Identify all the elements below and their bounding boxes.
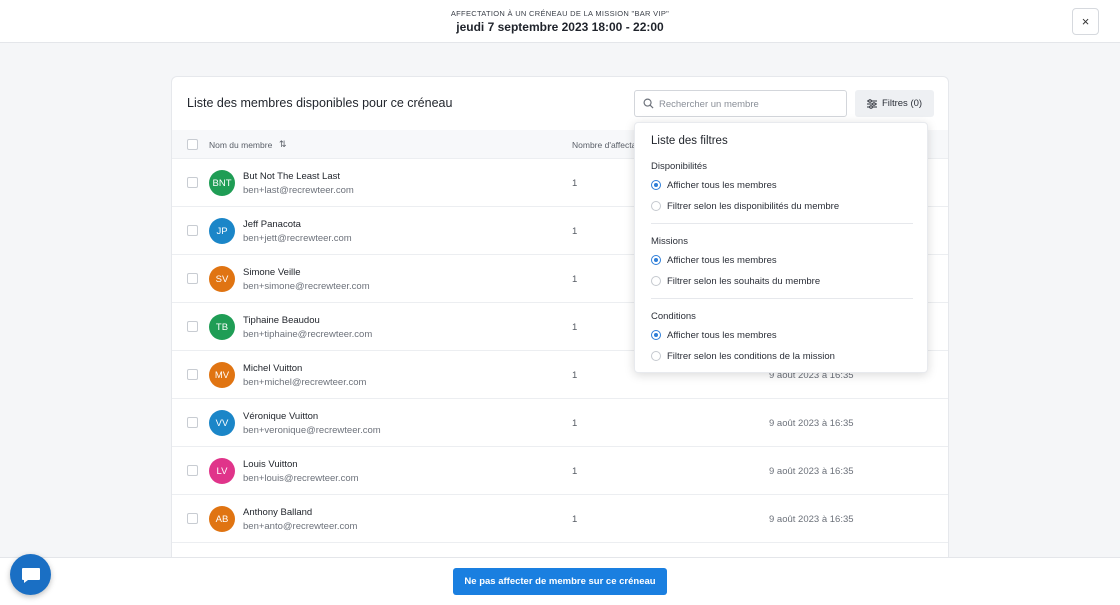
member-email: ben+michel@recrewteer.com: [243, 377, 367, 388]
filter-section-availability: Disponibilités: [651, 161, 707, 172]
row-checkbox[interactable]: [187, 465, 198, 476]
sort-icon[interactable]: ⇅: [279, 139, 287, 150]
filter-section-conditions: Conditions: [651, 311, 696, 322]
avatar: AB: [209, 506, 235, 532]
member-email: ben+jett@recrewteer.com: [243, 233, 352, 244]
filter-missions-all[interactable]: Afficher tous les membres: [651, 253, 777, 267]
avatar: MV: [209, 362, 235, 388]
member-email: ben+tiphaine@recrewteer.com: [243, 329, 373, 340]
avatar: TB: [209, 314, 235, 340]
member-date: 9 août 2023 à 16:35: [769, 418, 854, 429]
row-checkbox[interactable]: [187, 417, 198, 428]
filters-dropdown: Liste des filtres Disponibilités Affiche…: [634, 122, 928, 373]
row-checkbox[interactable]: [187, 369, 198, 380]
table-row[interactable]: VV Véronique Vuitton ben+veronique@recrewt…: [172, 399, 948, 447]
panel-title: Liste des membres disponibles pour ce cr…: [187, 96, 453, 110]
member-name: But Not The Least Last: [243, 171, 340, 182]
filter-availability-all[interactable]: Afficher tous les membres: [651, 178, 777, 192]
assignment-count: 1: [572, 226, 578, 237]
member-name: Simone Veille: [243, 267, 301, 278]
filters-label: Filtres (0): [881, 98, 923, 109]
row-checkbox[interactable]: [187, 273, 198, 284]
member-name: Louis Vuitton: [243, 459, 298, 470]
radio-icon[interactable]: [651, 180, 661, 190]
search-icon: [643, 98, 654, 109]
member-email: ben+anto@recrewteer.com: [243, 521, 358, 532]
member-name: Jeff Panacota: [243, 219, 301, 230]
filters-title: Liste des filtres: [651, 135, 728, 147]
divider: [651, 298, 913, 299]
row-checkbox[interactable]: [187, 513, 198, 524]
close-button[interactable]: ×: [1072, 8, 1099, 35]
filters-button[interactable]: Filtres (0): [855, 90, 934, 117]
filter-conditions-all[interactable]: Afficher tous les membres: [651, 328, 777, 342]
avatar: BNT: [209, 170, 235, 196]
header-subtitle: AFFECTATION À UN CRÉNEAU DE LA MISSION "…: [450, 9, 670, 18]
filter-missions-wishes[interactable]: Filtrer selon les souhaits du membre: [651, 274, 820, 288]
member-email: ben+last@recrewteer.com: [243, 185, 354, 196]
member-name: Véronique Vuitton: [243, 411, 319, 422]
divider: [651, 223, 913, 224]
member-email: ben+louis@recrewteer.com: [243, 473, 359, 484]
filter-section-missions: Missions: [651, 236, 688, 247]
assignment-count: 1: [572, 514, 578, 525]
column-count-header: Nombre d'affecta: [572, 140, 637, 150]
column-name-header[interactable]: Nom du membre: [209, 140, 272, 150]
member-name: Anthony Balland: [243, 507, 313, 518]
no-member-button[interactable]: Ne pas affecter de membre sur ce créneau: [453, 568, 667, 595]
filter-availability-member[interactable]: Filtrer selon les disponibilités du memb…: [651, 199, 839, 213]
close-icon: ×: [1081, 14, 1090, 29]
search-input[interactable]: [659, 94, 844, 114]
member-name: Tiphaine Beaudou: [243, 315, 320, 326]
member-email: ben+simone@recrewteer.com: [243, 281, 370, 292]
table-row[interactable]: AB Anthony Balland ben+anto@recrewteer.com…: [172, 495, 948, 543]
modal-header: AFFECTATION À UN CRÉNEAU DE LA MISSION "…: [0, 0, 1120, 43]
assignment-count: 1: [572, 274, 578, 285]
row-checkbox[interactable]: [187, 321, 198, 332]
assignment-count: 1: [572, 370, 578, 381]
chat-icon: [21, 567, 40, 583]
row-checkbox[interactable]: [187, 177, 198, 188]
sliders-icon: [866, 98, 877, 109]
header-title: jeudi 7 septembre 2023 18:00 - 22:00: [456, 20, 664, 34]
avatar: VV: [209, 410, 235, 436]
member-date: 9 août 2023 à 16:35: [769, 514, 854, 525]
select-all-checkbox[interactable]: [187, 139, 198, 150]
table-row[interactable]: LV Louis Vuitton ben+louis@recrewteer.com 1…: [172, 447, 948, 495]
assignment-count: 1: [572, 178, 578, 189]
search-box[interactable]: [634, 90, 847, 117]
assignment-count: 1: [572, 322, 578, 333]
avatar: LV: [209, 458, 235, 484]
avatar: SV: [209, 266, 235, 292]
filter-conditions-mission[interactable]: Filtrer selon les conditions de la missi…: [651, 349, 835, 363]
radio-icon[interactable]: [651, 255, 661, 265]
radio-icon[interactable]: [651, 351, 661, 361]
member-email: ben+veronique@recrewteer.com: [243, 425, 381, 436]
member-date: 9 août 2023 à 16:35: [769, 466, 854, 477]
radio-icon[interactable]: [651, 330, 661, 340]
chat-button[interactable]: [10, 554, 51, 595]
row-checkbox[interactable]: [187, 225, 198, 236]
modal-footer: Ne pas affecter de membre sur ce créneau: [0, 557, 1120, 605]
member-name: Michel Vuitton: [243, 363, 303, 374]
avatar: JP: [209, 218, 235, 244]
assignment-count: 1: [572, 466, 578, 477]
radio-icon[interactable]: [651, 201, 661, 211]
assignment-count: 1: [572, 418, 578, 429]
radio-icon[interactable]: [651, 276, 661, 286]
